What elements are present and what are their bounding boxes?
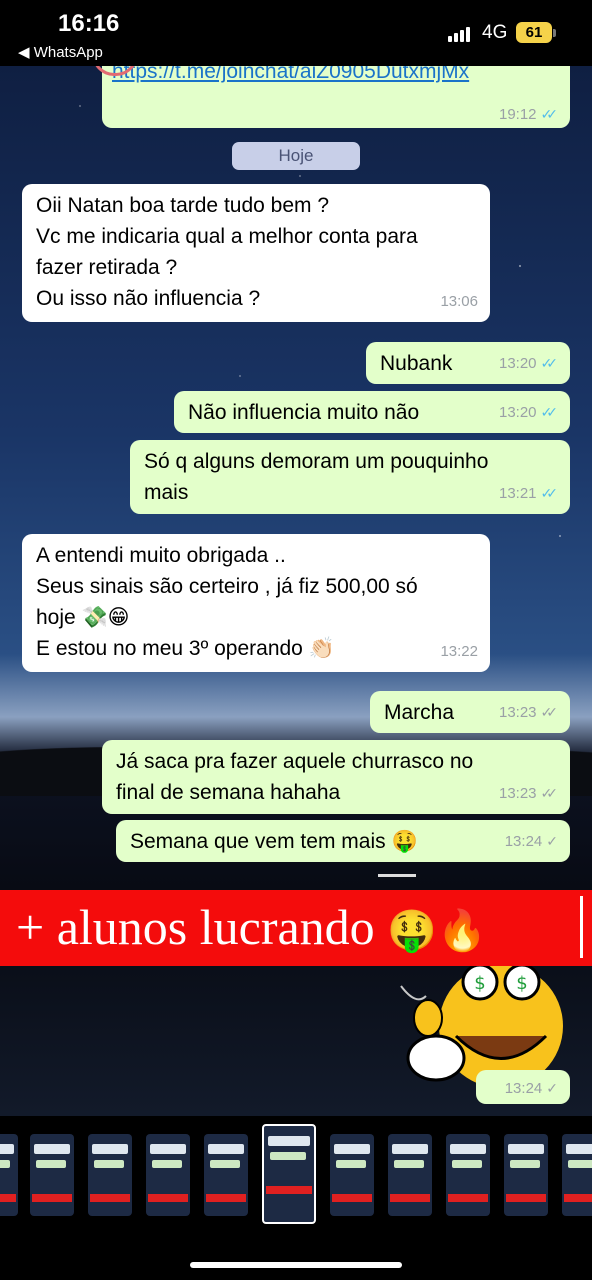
message-text: A entendi muito obrigada .. Seus sinais …: [36, 544, 418, 660]
message-time: 13:20: [498, 404, 537, 421]
message-time: 19:12: [498, 106, 537, 123]
invite-link[interactable]: https://t.me/joinchat/aiZ0905DutxmjMx: [112, 66, 469, 84]
message-time: 13:23: [498, 704, 537, 721]
delivered-receipt-icon: ✓✓: [540, 785, 559, 801]
incoming-message[interactable]: A entendi muito obrigada .. Seus sinais …: [22, 534, 490, 672]
home-indicator[interactable]: [190, 1262, 402, 1268]
money-fire-icon: 🤑🔥: [387, 908, 487, 954]
message-time: 13:24: [504, 1080, 543, 1097]
thumbnail[interactable]: [562, 1134, 592, 1216]
delivered-receipt-icon: ✓✓: [540, 704, 559, 720]
outgoing-message[interactable]: Só q alguns demoram um pouquinho mais 13…: [130, 440, 570, 514]
promo-banner: + alunos lucrando 🤑🔥: [0, 890, 592, 966]
thumbnail[interactable]: [446, 1134, 490, 1216]
outgoing-message[interactable]: Nubank 13:20 ✓✓: [366, 342, 570, 384]
thumbnail[interactable]: [0, 1134, 18, 1216]
message-meta: 13:06: [440, 286, 478, 317]
battery-tip: [553, 29, 556, 37]
divider-line: [378, 874, 416, 890]
network-type: 4G: [482, 22, 508, 43]
message-meta: 13:24 ✓: [505, 1080, 558, 1097]
message-time: 13:22: [440, 643, 478, 660]
thumbnail[interactable]: [204, 1134, 248, 1216]
outgoing-message[interactable]: Não influencia muito não 13:20 ✓✓: [174, 391, 570, 433]
message-time: 13:24: [504, 833, 543, 850]
message-time: 13:23: [498, 785, 537, 802]
thumbnail[interactable]: [30, 1134, 74, 1216]
status-bar: 16:16 ◀ WhatsApp 4G 61: [0, 0, 592, 66]
message-meta: 13:24 ✓: [505, 826, 558, 857]
battery-icon: 61: [516, 22, 552, 43]
message-meta: 19:12 ✓✓: [499, 106, 558, 123]
svg-text:$: $: [474, 973, 485, 994]
message-time: 13:20: [498, 355, 537, 372]
thumbnail[interactable]: [330, 1134, 374, 1216]
sent-receipt-icon: ✓: [546, 833, 557, 849]
outgoing-message[interactable]: Já saca pra fazer aquele churrasco no fi…: [102, 740, 570, 814]
signal-icon: [448, 26, 472, 42]
message-time: 13:06: [440, 293, 478, 310]
outgoing-message[interactable]: Marcha 13:23 ✓✓: [370, 691, 570, 733]
read-receipt-icon: ✓✓: [540, 355, 559, 371]
back-to-app-link[interactable]: ◀ WhatsApp: [18, 43, 103, 61]
message-meta: 13:23 ✓✓: [499, 697, 558, 728]
message-text: Já saca pra fazer aquele churrasco no fi…: [116, 750, 474, 804]
message-text: Oii Natan boa tarde tudo bem ? Vc me ind…: [36, 194, 418, 310]
message-text: Semana que vem tem mais 🤑: [130, 830, 418, 853]
thumbnail-strip[interactable]: [0, 1120, 592, 1230]
incoming-message[interactable]: Oii Natan boa tarde tudo bem ? Vc me ind…: [22, 184, 490, 322]
thumbnail[interactable]: [88, 1134, 132, 1216]
promo-label: + alunos lucrando: [16, 899, 375, 955]
final-message-meta-bubble[interactable]: 13:24 ✓: [476, 1070, 570, 1104]
promo-bar: [580, 896, 583, 958]
thumbnail[interactable]: [146, 1134, 190, 1216]
message-text: Só q alguns demoram um pouquinho mais: [144, 450, 489, 504]
message-meta: 13:20 ✓✓: [499, 348, 558, 379]
outgoing-message[interactable]: Semana que vem tem mais 🤑 13:24 ✓: [116, 820, 570, 862]
message-meta: 13:23 ✓✓: [499, 778, 558, 809]
sent-receipt-icon: ✓: [546, 1080, 557, 1096]
chat-area[interactable]: https://t.me/joinchat/aiZ0905DutxmjMx 19…: [0, 66, 592, 1116]
status-time: 16:16: [58, 10, 120, 37]
link-message-bubble[interactable]: https://t.me/joinchat/aiZ0905DutxmjMx 19…: [102, 66, 570, 128]
svg-text:$: $: [516, 973, 527, 994]
thumbnail[interactable]: [504, 1134, 548, 1216]
message-meta: 13:21 ✓✓: [499, 478, 558, 509]
read-receipt-icon: ✓✓: [540, 404, 559, 420]
date-chip: Hoje: [232, 142, 360, 170]
promo-text: + alunos lucrando 🤑🔥: [16, 898, 487, 956]
thumbnail[interactable]: [388, 1134, 432, 1216]
thumbnail-active[interactable]: [262, 1124, 316, 1224]
read-receipt-icon: ✓✓: [540, 106, 559, 122]
message-time: 13:21: [498, 485, 537, 502]
message-meta: 13:20 ✓✓: [499, 397, 558, 428]
read-receipt-icon: ✓✓: [540, 485, 559, 501]
message-meta: 13:22: [440, 636, 478, 667]
